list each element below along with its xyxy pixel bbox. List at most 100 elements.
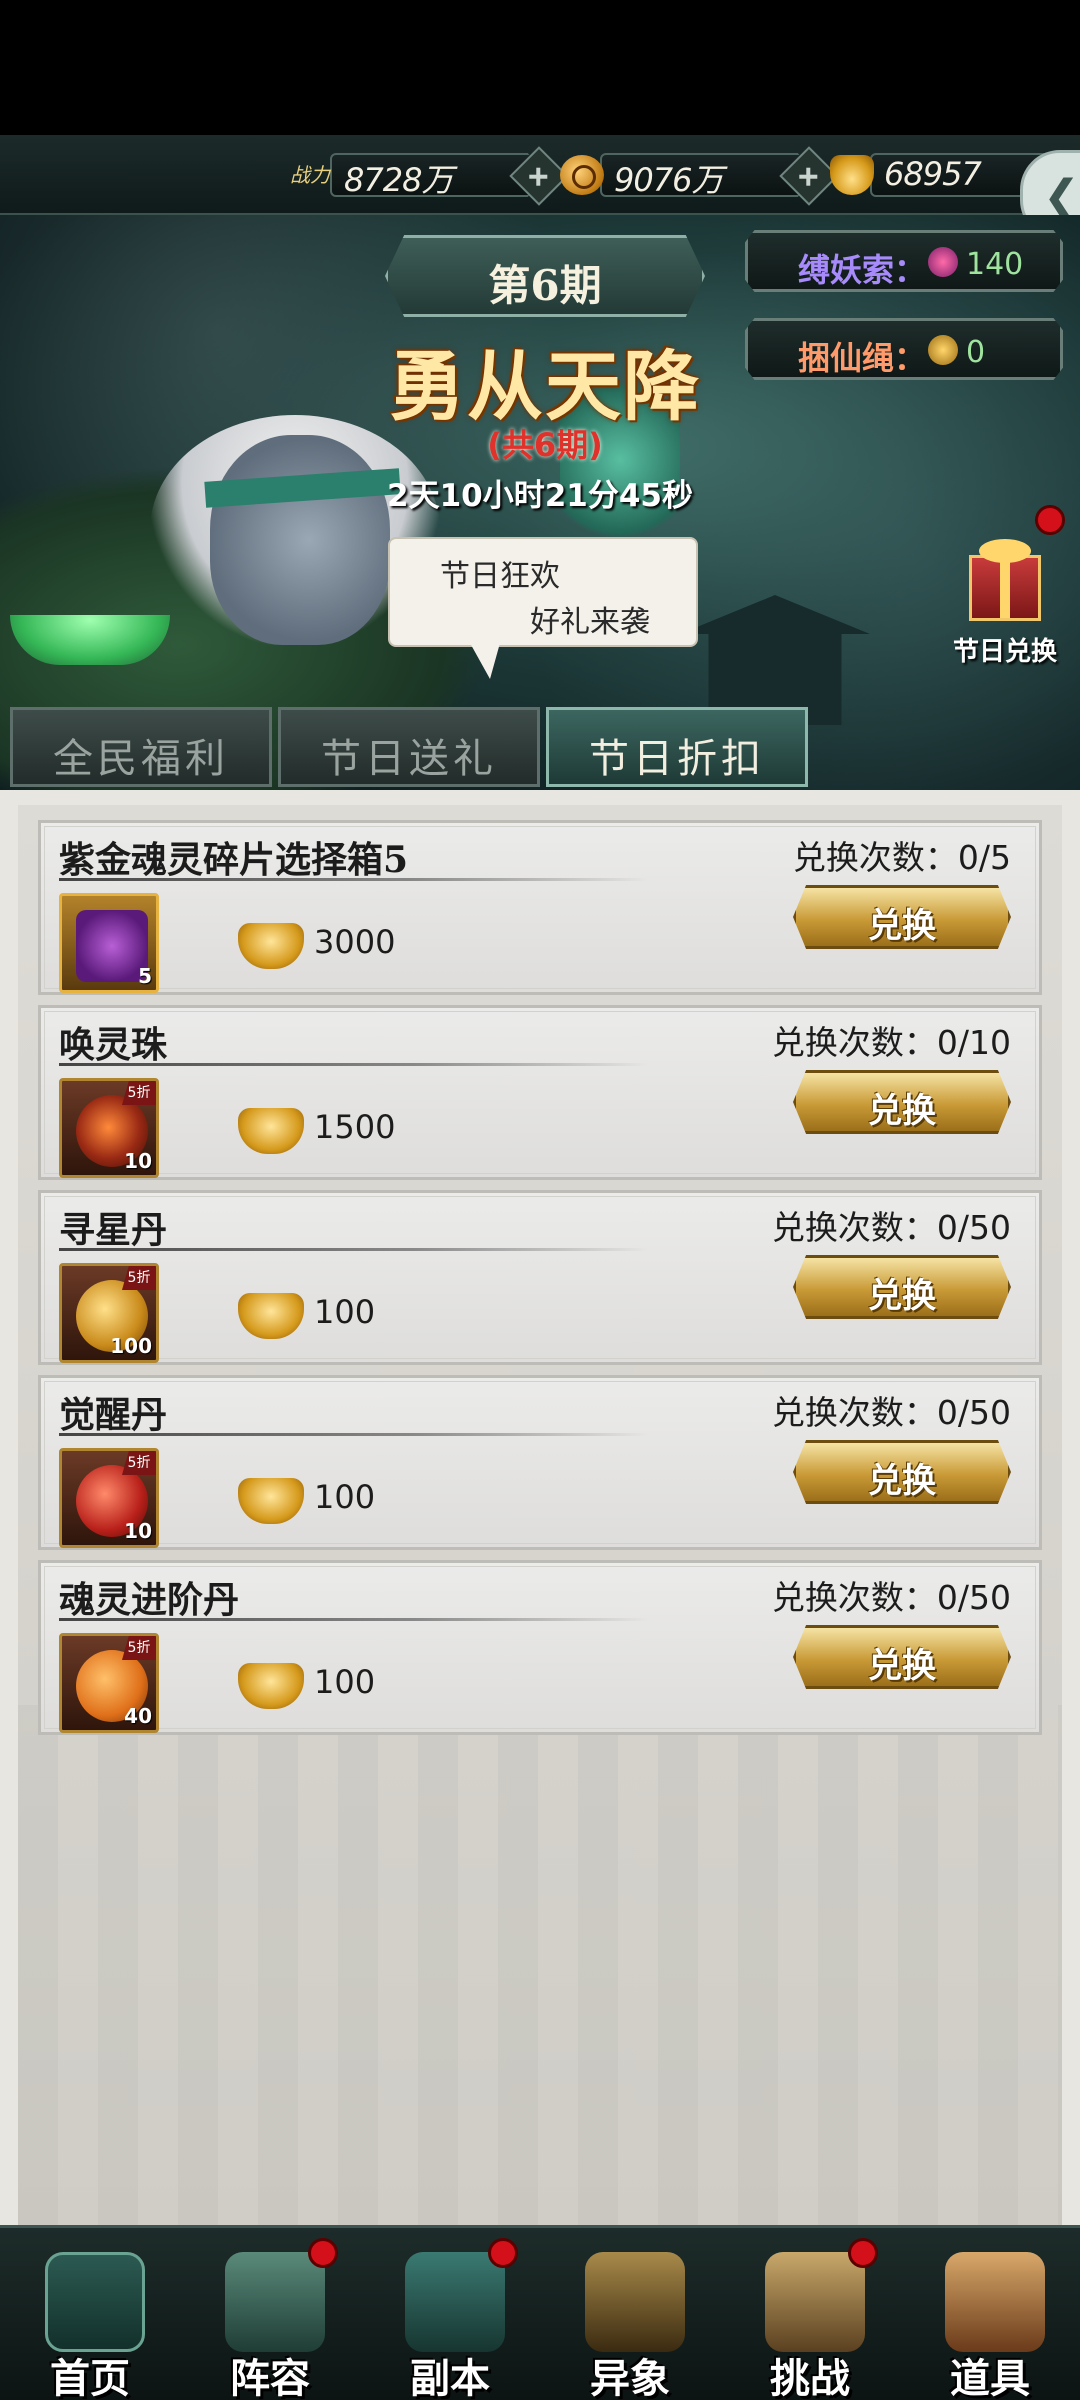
tab-gifts-label: 节日送礼 <box>321 736 497 782</box>
power-resource: 战力 8728万 <box>290 146 569 206</box>
binding-rope-value: 140 <box>966 247 1024 282</box>
nav-dungeon-label: 副本 <box>410 2355 490 2400</box>
redeem-button[interactable]: 兑换 <box>793 1440 1011 1504</box>
calligraphy-background <box>18 1705 1062 2225</box>
list-item: 魂灵进阶丹 兑换次数：0/50 5折 40 100 兑换 <box>38 1560 1042 1735</box>
bubble-line-1: 节日狂欢 <box>440 559 560 594</box>
redeem-label: 兑换 <box>868 1646 936 1686</box>
nav-lineup[interactable]: 阵容 <box>180 2228 360 2400</box>
nav-challenge-label: 挑战 <box>770 2355 850 2400</box>
binding-rope-stat: 缚妖索： 140 <box>745 230 1063 292</box>
tab-gifts[interactable]: 节日送礼 <box>278 707 540 787</box>
discount-shop-content: 紫金魂灵碎片选择箱5 兑换次数：0/5 5 3000 兑换 唤灵珠 兑换次数：0… <box>0 790 1080 2225</box>
system-status-area <box>0 0 1080 135</box>
challenge-notification-dot <box>848 2238 878 2268</box>
item-name: 紫金魂灵碎片选择箱5 <box>59 839 409 881</box>
lineup-notification-dot <box>308 2238 338 2268</box>
event-banner: 第6期 勇从天降 (共6期) 2天10小时21分45秒 节日狂欢 好礼来袭 缚妖… <box>0 215 1080 790</box>
exchange-count: 兑换次数：0/50 <box>771 1578 1011 1617</box>
item-price: 100 <box>314 1293 376 1331</box>
challenge-scroll-icon <box>765 2252 865 2352</box>
item-thumbnail[interactable]: 5折 40 <box>59 1633 159 1733</box>
item-name: 唤灵珠 <box>59 1024 168 1066</box>
item-quantity: 40 <box>124 1704 152 1728</box>
item-quantity: 10 <box>124 1149 152 1173</box>
nav-dungeon[interactable]: 副本 <box>360 2228 540 2400</box>
notification-dot <box>1035 505 1065 535</box>
item-thumbnail[interactable]: 5 <box>59 893 159 993</box>
immortal-rope-stat: 捆仙绳： 0 <box>745 318 1063 380</box>
item-thumbnail[interactable]: 5折 100 <box>59 1263 159 1363</box>
redeem-label: 兑换 <box>868 906 936 946</box>
exchange-count: 兑换次数：0/50 <box>771 1208 1011 1247</box>
discount-tag: 5折 <box>122 1451 156 1475</box>
nav-home[interactable]: 首页 <box>0 2228 180 2400</box>
item-list-panel: 紫金魂灵碎片选择箱5 兑换次数：0/5 5 3000 兑换 唤灵珠 兑换次数：0… <box>18 805 1062 2225</box>
item-name: 魂灵进阶丹 <box>59 1579 240 1621</box>
binding-rope-icon <box>928 247 958 277</box>
issue-label: 第6期 <box>488 261 602 310</box>
issue-plate: 第6期 <box>385 235 705 317</box>
total-issues: (共6期) <box>487 426 603 464</box>
gift-bow-icon <box>979 539 1031 563</box>
dungeon-notification-dot <box>488 2238 518 2268</box>
item-price: 3000 <box>314 923 396 961</box>
item-name: 寻星丹 <box>59 1209 168 1251</box>
exchange-count: 兑换次数：0/50 <box>771 1393 1011 1432</box>
lineup-cards-icon <box>225 2252 325 2352</box>
name-underline <box>59 1618 649 1621</box>
exchange-count: 兑换次数：0/10 <box>771 1023 1011 1062</box>
home-pavilion-icon <box>45 2252 145 2352</box>
crossed-swords-icon <box>585 2252 685 2352</box>
list-item: 寻星丹 兑换次数：0/50 5折 100 100 兑换 <box>38 1190 1042 1365</box>
coin-icon <box>560 155 604 195</box>
redeem-button[interactable]: 兑换 <box>793 1625 1011 1689</box>
name-underline <box>59 1248 649 1251</box>
item-price: 100 <box>314 1663 376 1701</box>
redeem-label: 兑换 <box>868 1276 936 1316</box>
item-name: 觉醒丹 <box>59 1394 168 1436</box>
item-price: 1500 <box>314 1108 396 1146</box>
item-price: 100 <box>314 1478 376 1516</box>
redeem-label: 兑换 <box>868 1091 936 1131</box>
redeem-label: 兑换 <box>868 1461 936 1501</box>
bubble-line-2: 好礼来袭 <box>530 605 650 640</box>
tab-welfare-label: 全民福利 <box>53 736 229 782</box>
coin-resource: 9076万 <box>560 146 839 206</box>
name-underline <box>59 878 649 881</box>
festival-exchange-button[interactable]: 节日兑换 <box>945 535 1065 667</box>
character-head <box>210 435 390 645</box>
item-quantity: 10 <box>124 1519 152 1543</box>
tab-bar: 全民福利 节日送礼 节日折扣 <box>0 693 1080 787</box>
redeem-button[interactable]: 兑换 <box>793 885 1011 949</box>
immortal-rope-label: 捆仙绳： <box>798 339 927 377</box>
name-underline <box>59 1063 649 1066</box>
item-quantity: 5 <box>138 964 152 988</box>
coin-value: 9076万 <box>614 161 723 199</box>
discount-tag: 5折 <box>122 1081 156 1105</box>
tab-discount-label: 节日折扣 <box>589 736 765 782</box>
tab-welfare[interactable]: 全民福利 <box>10 707 272 787</box>
nav-anomaly[interactable]: 异象 <box>540 2228 720 2400</box>
immortal-rope-icon <box>928 335 958 365</box>
items-bag-icon <box>945 2252 1045 2352</box>
nav-items[interactable]: 道具 <box>900 2228 1080 2400</box>
tab-discount[interactable]: 节日折扣 <box>546 707 808 787</box>
nav-anomaly-label: 异象 <box>590 2355 670 2400</box>
nav-challenge[interactable]: 挑战 <box>720 2228 900 2400</box>
redeem-button[interactable]: 兑换 <box>793 1070 1011 1134</box>
nav-lineup-label: 阵容 <box>230 2355 310 2400</box>
power-value: 8728万 <box>344 161 453 199</box>
discount-tag: 5折 <box>122 1266 156 1290</box>
power-label: 战力 <box>290 163 330 187</box>
resource-bar: 战力 8728万 9076万 68957 <box>0 135 1080 215</box>
bottom-navigation: 首页 阵容 副本 异象 挑战 道具 <box>0 2225 1080 2400</box>
speech-bubble: 节日狂欢 好礼来袭 <box>388 537 698 679</box>
name-underline <box>59 1433 649 1436</box>
item-thumbnail[interactable]: 5折 10 <box>59 1078 159 1178</box>
item-thumbnail[interactable]: 5折 10 <box>59 1448 159 1548</box>
gift-box-icon <box>969 555 1041 621</box>
immortal-rope-value: 0 <box>966 335 986 370</box>
ingot-value: 68957 <box>884 155 982 193</box>
redeem-button[interactable]: 兑换 <box>793 1255 1011 1319</box>
